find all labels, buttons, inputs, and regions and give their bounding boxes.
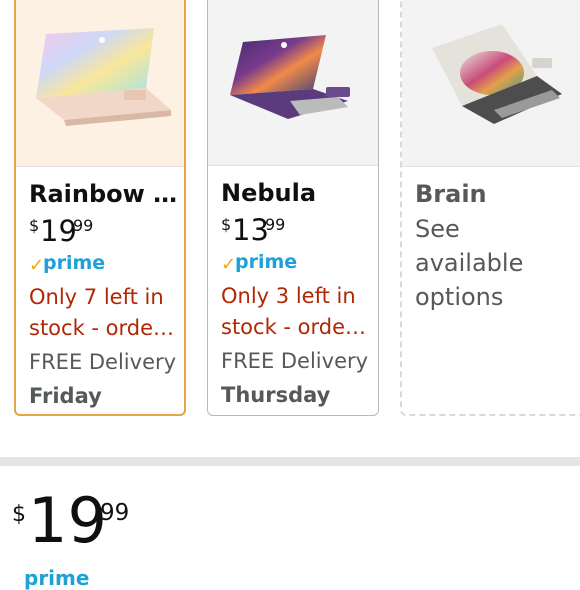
- product-title: Brain: [415, 180, 487, 208]
- options-line-2: available: [415, 249, 524, 277]
- price-currency: $: [221, 215, 232, 234]
- selected-price: $ 19 99: [12, 488, 212, 558]
- laptop-case-image: [432, 24, 562, 124]
- prime-check-icon: ✓: [29, 255, 45, 276]
- product-price: $ 19 99: [29, 214, 176, 252]
- price-fraction: 99: [265, 215, 286, 234]
- product-card-nebula[interactable]: Nebula $ 13 99 ✓ prime Only 3 left in st…: [207, 0, 379, 416]
- options-line-1: See: [415, 215, 460, 243]
- prime-label: prime: [24, 566, 90, 590]
- product-image-brain[interactable]: [402, 0, 580, 167]
- product-card-brain[interactable]: Brain See available options: [400, 0, 580, 416]
- stock-line-1: Only 3 left in: [221, 284, 356, 308]
- delivery-text: FREE Delivery: [29, 350, 177, 374]
- stock-line-2: stock - orde…: [221, 315, 367, 339]
- product-image-rainbow[interactable]: [16, 0, 184, 167]
- price-currency: $: [29, 216, 40, 235]
- prime-badge: ✓ prime: [221, 251, 370, 281]
- price-whole: 19: [28, 484, 107, 557]
- delivery-day: Thursday: [221, 383, 331, 407]
- product-image-nebula[interactable]: [208, 0, 378, 166]
- price-whole: 19: [40, 214, 77, 248]
- stock-line-1: Only 7 left in: [29, 285, 164, 309]
- price-fraction: 99: [73, 216, 94, 235]
- options-line-3: options: [415, 283, 504, 311]
- prime-check-icon: ✓: [221, 254, 237, 275]
- prime-label: prime: [235, 251, 298, 273]
- section-divider: [0, 457, 580, 466]
- product-title: Nebula: [221, 179, 317, 207]
- delivery-text: FREE Delivery: [221, 349, 369, 373]
- product-card-rainbow[interactable]: Rainbow … $ 19 99 ✓ prime Only 7 left in…: [14, 0, 186, 416]
- price-currency: $: [12, 502, 26, 527]
- price-whole: 13: [232, 213, 269, 247]
- stock-line-2: stock - orde…: [29, 316, 175, 340]
- laptop-case-image: [230, 35, 350, 119]
- prime-label: prime: [43, 252, 106, 274]
- product-price: $ 13 99: [221, 213, 370, 251]
- delivery-day: Friday: [29, 384, 102, 408]
- product-title: Rainbow …: [29, 180, 178, 208]
- price-fraction: 99: [100, 500, 130, 526]
- laptop-case-image: [36, 28, 171, 126]
- prime-badge: ✓ prime: [29, 252, 176, 282]
